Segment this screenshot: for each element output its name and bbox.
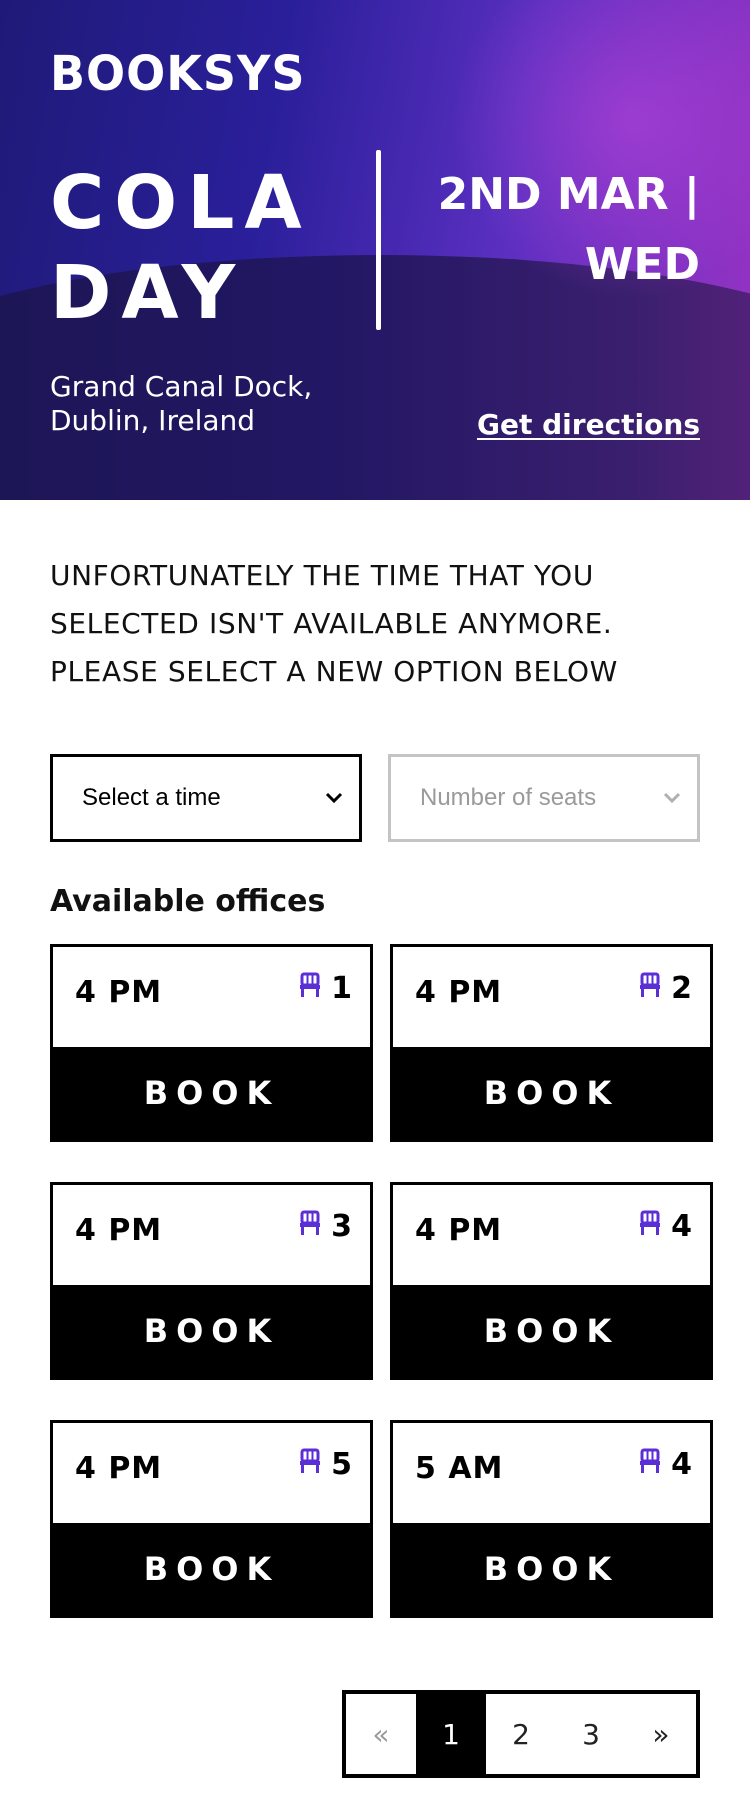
- chevron-down-icon: [661, 787, 683, 809]
- time-select-value: Select a time: [82, 784, 221, 811]
- brand-logo[interactable]: BOOKSYS: [50, 45, 306, 102]
- office-seat-number: 5: [331, 1447, 352, 1482]
- seats-select-placeholder: Number of seats: [420, 784, 597, 811]
- office-seat-count: 1: [299, 971, 352, 1006]
- office-seat-count: 4: [639, 1209, 692, 1244]
- chair-icon: [639, 1447, 661, 1482]
- office-card: 4 PM 1 BOOK: [50, 944, 373, 1142]
- office-time: 4 PM: [415, 1213, 503, 1248]
- seats-select[interactable]: Number of seats: [388, 754, 700, 842]
- office-time: 4 PM: [75, 1213, 163, 1248]
- event-date: 2ND MAR | WED: [437, 169, 700, 290]
- chevron-down-icon: [323, 787, 345, 809]
- pagination: « 1 2 3 »: [342, 1690, 700, 1778]
- chair-icon: [299, 1447, 321, 1482]
- unavailable-message: UNFORTUNATELY THE TIME THAT YOU SELECTED…: [50, 559, 618, 688]
- office-card: 4 PM 2 BOOK: [390, 944, 713, 1142]
- office-card: 4 PM 3 BOOK: [50, 1182, 373, 1380]
- book-button[interactable]: BOOK: [53, 1047, 370, 1139]
- office-time: 4 PM: [415, 975, 503, 1010]
- book-button[interactable]: BOOK: [393, 1047, 710, 1139]
- office-seat-number: 4: [671, 1447, 692, 1482]
- chair-icon: [299, 971, 321, 1006]
- book-button[interactable]: BOOK: [53, 1285, 370, 1377]
- pagination-page-2[interactable]: 2: [486, 1694, 556, 1774]
- office-time: 4 PM: [75, 1451, 163, 1486]
- office-time: 4 PM: [75, 975, 163, 1010]
- office-seat-number: 2: [671, 971, 692, 1006]
- event-location: Grand Canal Dock, Dublin, Ireland: [50, 370, 313, 437]
- book-button[interactable]: BOOK: [393, 1523, 710, 1615]
- office-time: 5 AM: [415, 1451, 504, 1486]
- chair-icon: [639, 971, 661, 1006]
- pagination-page-1[interactable]: 1: [416, 1694, 486, 1774]
- office-seat-number: 1: [331, 971, 352, 1006]
- chair-icon: [639, 1209, 661, 1244]
- chair-icon: [299, 1209, 321, 1244]
- pagination-next[interactable]: »: [626, 1694, 696, 1774]
- pagination-page-3[interactable]: 3: [556, 1694, 626, 1774]
- get-directions-link[interactable]: Get directions: [477, 408, 700, 441]
- office-seat-number: 3: [331, 1209, 352, 1244]
- office-seat-count: 2: [639, 971, 692, 1006]
- office-seat-count: 5: [299, 1447, 352, 1482]
- office-seat-count: 3: [299, 1209, 352, 1244]
- book-button[interactable]: BOOK: [53, 1523, 370, 1615]
- office-seat-count: 4: [639, 1447, 692, 1482]
- hero-divider: [376, 150, 381, 330]
- office-seat-number: 4: [671, 1209, 692, 1244]
- time-select[interactable]: Select a time: [50, 754, 362, 842]
- office-card: 4 PM 4 BOOK: [390, 1182, 713, 1380]
- book-button[interactable]: BOOK: [393, 1285, 710, 1377]
- office-card: 5 AM 4 BOOK: [390, 1420, 713, 1618]
- pagination-prev[interactable]: «: [346, 1694, 416, 1774]
- event-title: COLA DAY: [50, 160, 312, 336]
- event-hero: BOOKSYS COLA DAY 2ND MAR | WED Grand Can…: [0, 0, 750, 500]
- office-card: 4 PM 5 BOOK: [50, 1420, 373, 1618]
- available-offices-heading: Available offices: [50, 884, 326, 919]
